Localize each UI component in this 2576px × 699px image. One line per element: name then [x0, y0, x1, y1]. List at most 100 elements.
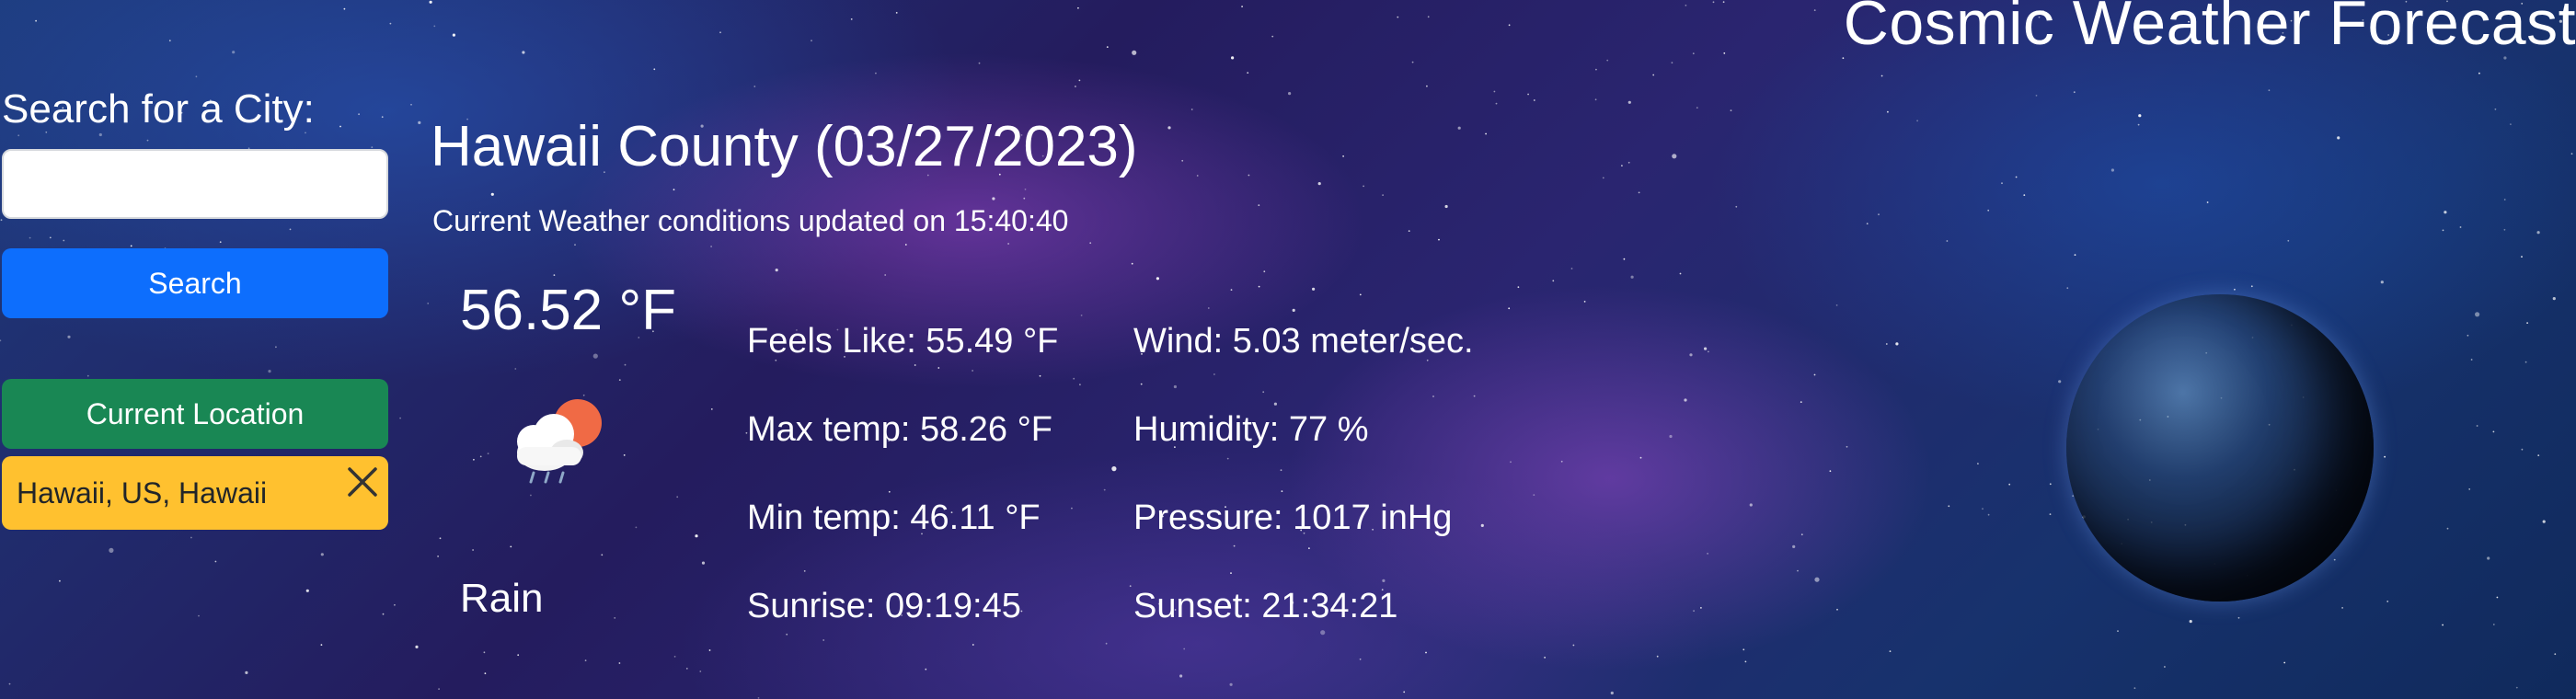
star	[1813, 373, 1816, 376]
star	[1281, 490, 1283, 492]
star	[2442, 624, 2444, 626]
star	[1570, 268, 1573, 269]
star	[473, 458, 475, 461]
star	[2444, 211, 2447, 214]
star	[320, 553, 324, 556]
star	[2492, 624, 2495, 625]
star	[676, 496, 679, 498]
star	[1813, 9, 1816, 12]
star	[483, 651, 486, 654]
star	[1258, 285, 1260, 288]
star	[1836, 608, 1838, 611]
star	[1627, 100, 1631, 104]
star	[2164, 666, 2166, 668]
star	[1292, 308, 1295, 312]
star	[245, 670, 248, 675]
star	[1797, 569, 1799, 572]
star	[2492, 430, 2495, 433]
star	[59, 579, 61, 582]
star	[635, 526, 638, 529]
star	[1288, 92, 1292, 96]
star	[1560, 460, 1563, 463]
star	[439, 537, 442, 540]
star	[1679, 272, 1682, 275]
sunrise-stat: Sunrise: 09:19:45	[747, 587, 1021, 625]
star	[2494, 108, 2497, 110]
search-history-item[interactable]: Hawaii, US, Hawaii	[2, 456, 388, 530]
star	[2496, 596, 2499, 599]
star	[719, 31, 721, 34]
star	[1700, 607, 1702, 609]
star	[1132, 50, 1137, 55]
planet-image	[2066, 294, 2374, 602]
star	[925, 668, 927, 670]
star	[1247, 72, 1249, 74]
star	[1723, 52, 1726, 54]
star	[484, 672, 487, 675]
star	[1610, 691, 1614, 695]
star	[389, 22, 392, 25]
star	[1656, 655, 1659, 658]
star	[2470, 359, 2473, 361]
close-icon[interactable]	[344, 464, 381, 500]
star	[2117, 630, 2119, 632]
star	[850, 18, 853, 20]
wind-stat: Wind: 5.03 meter/sec.	[1133, 322, 1474, 361]
star	[1408, 230, 1410, 233]
star	[992, 197, 995, 201]
star	[514, 368, 517, 370]
star	[1024, 189, 1027, 190]
star	[1156, 277, 1159, 281]
star	[1248, 174, 1250, 177]
star	[822, 639, 825, 641]
star	[1077, 6, 1079, 9]
star	[673, 189, 675, 191]
star	[574, 244, 576, 246]
star	[1342, 155, 1344, 157]
page-title: Cosmic Weather Forecast	[1843, 0, 2576, 58]
min-temp-stat: Min temp: 46.11 °F	[747, 498, 1041, 537]
star	[1320, 630, 1326, 636]
star	[1317, 182, 1321, 186]
star	[2459, 226, 2462, 228]
star	[1403, 691, 1406, 693]
star	[685, 668, 688, 670]
star	[2515, 686, 2518, 689]
star	[1173, 384, 1177, 389]
star	[198, 614, 200, 617]
star	[884, 274, 887, 276]
star	[479, 455, 482, 458]
star	[1533, 494, 1535, 496]
city-search-input[interactable]	[2, 149, 388, 219]
star	[623, 454, 626, 456]
star	[394, 603, 396, 606]
search-button[interactable]: Search	[2, 248, 388, 318]
star	[786, 633, 788, 636]
star	[2133, 687, 2136, 690]
star	[1552, 280, 1555, 282]
star	[1630, 275, 1634, 279]
star	[1167, 126, 1171, 130]
current-location-button[interactable]: Current Location	[2, 379, 388, 449]
star	[601, 554, 604, 556]
star	[452, 33, 455, 37]
star	[1230, 289, 1233, 291]
star	[1230, 572, 1232, 574]
star	[1814, 577, 1820, 582]
star	[1749, 503, 1753, 507]
star	[1510, 461, 1512, 464]
star	[978, 62, 981, 64]
star	[472, 549, 474, 551]
star	[1181, 159, 1184, 162]
search-sidebar: Search for a City: Search Current Locati…	[0, 86, 390, 530]
star	[1071, 507, 1073, 510]
star	[2476, 425, 2478, 427]
star	[1023, 197, 1026, 200]
star	[1493, 90, 1496, 93]
search-heading: Search for a City:	[2, 86, 315, 132]
star	[653, 68, 656, 71]
star	[1572, 644, 1575, 647]
star	[438, 688, 440, 690]
star	[2386, 601, 2389, 602]
star	[1508, 24, 1511, 27]
